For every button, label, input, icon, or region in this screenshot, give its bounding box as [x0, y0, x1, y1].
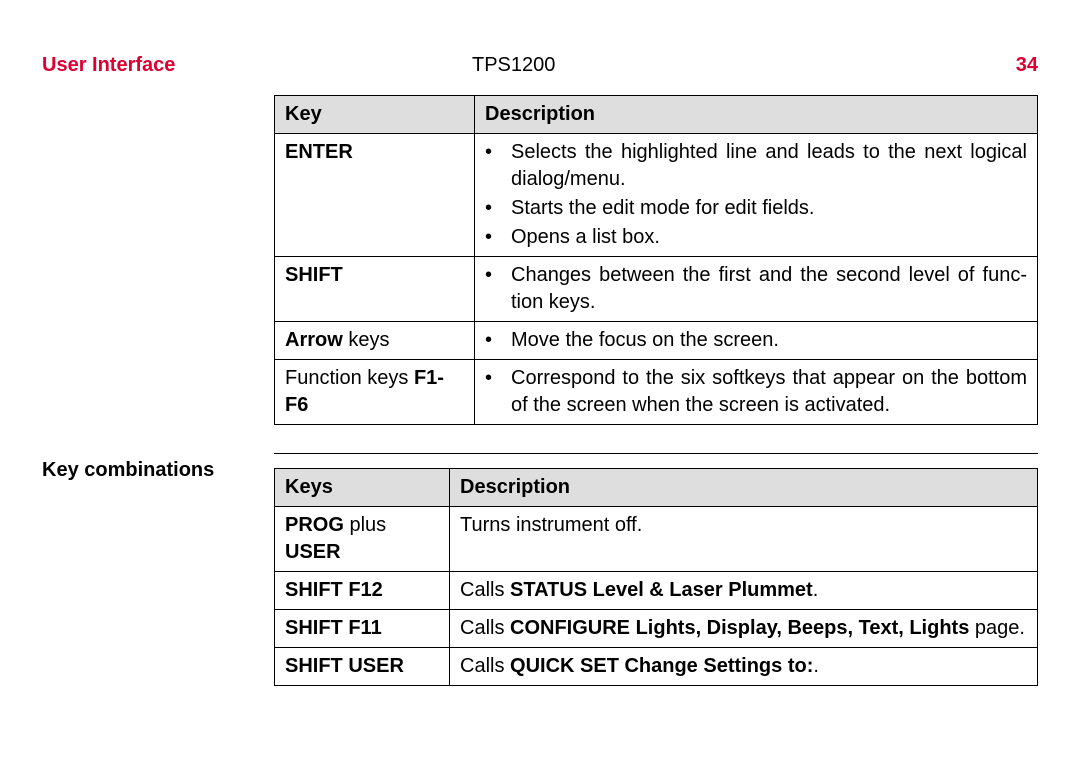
table-row: PROG plus USERTurns instrument off. — [275, 507, 1038, 572]
keys-cell: SHIFT F11 — [275, 610, 450, 648]
key-combinations-block: Key combinations Keys Description PROG p… — [42, 453, 1038, 686]
table-row: Arrow keys •Move the focus on the screen. — [275, 322, 1038, 360]
key-descriptions-table: Key Description ENTER•Selects the highli… — [274, 95, 1038, 425]
bullet-icon: • — [485, 139, 511, 193]
bullet-icon: • — [485, 195, 511, 222]
description-cell: •Correspond to the six softkeys that app… — [475, 360, 1038, 425]
description-item: •Selects the highlighted line and leads … — [485, 139, 1027, 193]
description-cell: Calls STATUS Level & Laser Plummet. — [450, 572, 1038, 610]
description-cell: Turns instrument off. — [450, 507, 1038, 572]
key-descriptions-block: Key Description ENTER•Selects the highli… — [42, 95, 1038, 425]
keys-cell: SHIFT USER — [275, 648, 450, 686]
description-item: •Move the focus on the screen. — [485, 327, 1027, 354]
table-row: SHIFT•Changes between the first and the … — [275, 257, 1038, 322]
bullet-icon: • — [485, 224, 511, 251]
table-row: ENTER•Selects the highlighted line and l… — [275, 134, 1038, 257]
page-header: User Interface TPS1200 34 — [42, 54, 1038, 77]
page-number: 34 — [978, 54, 1038, 77]
description-cell: •Move the focus on the screen. — [475, 322, 1038, 360]
section-title: User Interface — [42, 54, 472, 77]
description-cell: Calls QUICK SET Change Settings to:. — [450, 648, 1038, 686]
description-cell: Calls CONFIGURE Lights, Display, Beeps, … — [450, 610, 1038, 648]
description-cell: •Changes between the first and the secon… — [475, 257, 1038, 322]
bullet-icon: • — [485, 365, 511, 419]
description-item: •Starts the edit mode for edit fields. — [485, 195, 1027, 222]
description-item: •Opens a list box. — [485, 224, 1027, 251]
key-combinations-table: Keys Description PROG plus USERTurns ins… — [274, 468, 1038, 686]
key-cell: ENTER — [275, 134, 475, 257]
description-cell: •Selects the highlighted line and leads … — [475, 134, 1038, 257]
key-cell: SHIFT — [275, 257, 475, 322]
table-row: SHIFT F12Calls STATUS Level & Laser Plum… — [275, 572, 1038, 610]
bullet-icon: • — [485, 327, 511, 354]
key-cell: Function keys F1-F6 — [275, 360, 475, 425]
bullet-icon: • — [485, 262, 511, 316]
document-title: TPS1200 — [472, 54, 978, 77]
key-descriptions-label — [42, 95, 274, 101]
keys-cell: SHIFT F12 — [275, 572, 450, 610]
table2-header-keys: Keys — [275, 469, 450, 507]
key-cell: Arrow keys — [275, 322, 475, 360]
table1-header-key: Key — [275, 96, 475, 134]
table-row: SHIFT USERCalls QUICK SET Change Setting… — [275, 648, 1038, 686]
description-item: •Correspond to the six softkeys that app… — [485, 365, 1027, 419]
description-item: •Changes between the first and the secon… — [485, 262, 1027, 316]
table2-header-desc: Description — [450, 469, 1038, 507]
table-row: SHIFT F11Calls CONFIGURE Lights, Display… — [275, 610, 1038, 648]
table1-header-desc: Description — [475, 96, 1038, 134]
table-row: Function keys F1-F6•Correspond to the si… — [275, 360, 1038, 425]
key-combinations-label: Key combinations — [42, 453, 274, 482]
keys-cell: PROG plus USER — [275, 507, 450, 572]
